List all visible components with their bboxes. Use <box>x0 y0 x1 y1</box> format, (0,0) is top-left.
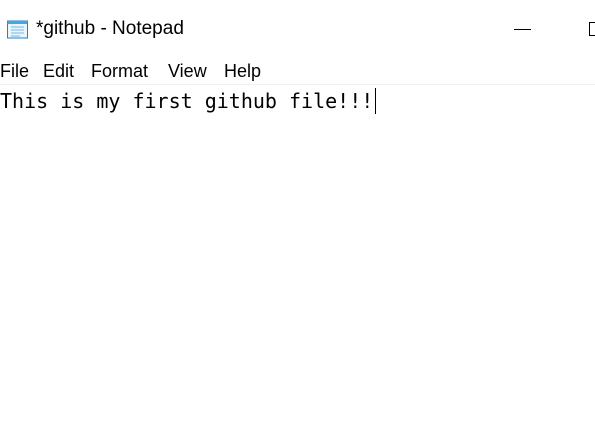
notepad-icon <box>7 20 28 39</box>
menu-format[interactable]: Format <box>91 59 148 83</box>
menu-view[interactable]: View <box>168 59 207 83</box>
menu-bar: File Edit Format View Help <box>0 58 595 85</box>
editor-content[interactable]: This is my first github file!!! <box>0 88 377 114</box>
window-title: *github - Notepad <box>36 18 184 39</box>
title-bar: *github - Notepad <box>0 0 595 58</box>
minimize-button[interactable] <box>505 12 541 46</box>
menu-edit[interactable]: Edit <box>43 59 74 83</box>
menu-help[interactable]: Help <box>224 59 261 83</box>
menu-file[interactable]: File <box>0 59 29 83</box>
text-editor[interactable]: This is my first github file!!! <box>0 85 595 448</box>
editor-text-value: This is my first github file!!! <box>0 89 374 113</box>
text-caret <box>375 88 377 114</box>
maximize-button[interactable] <box>578 12 595 46</box>
